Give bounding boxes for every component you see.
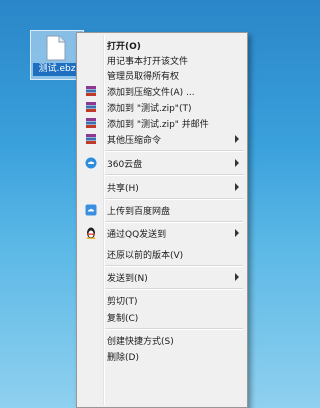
menu-item-label: 通过QQ发送到 xyxy=(107,230,167,240)
menu-item-restore-previous-versions[interactable]: 还原以前的版本(V) xyxy=(79,246,245,262)
menu-item-label: 其他压缩命令 xyxy=(107,136,162,146)
menu-item-copy[interactable]: 复制(C) xyxy=(79,309,245,325)
menu-item-label: 管理员取得所有权 xyxy=(107,72,180,82)
menu-item-share[interactable]: 共享(H) xyxy=(79,179,245,195)
submenu-arrow-icon xyxy=(235,273,239,281)
submenu-arrow-icon xyxy=(235,135,239,143)
menu-item-create-shortcut[interactable]: 创建快捷方式(S) xyxy=(79,332,245,348)
menu-item-add-to-archive[interactable]: 添加到压缩文件(A) ... xyxy=(79,83,245,99)
file-name-label: 测试.ebz xyxy=(33,63,81,76)
menu-item-cut[interactable]: 剪切(T) xyxy=(79,292,245,308)
submenu-arrow-icon xyxy=(235,159,239,167)
menu-separator xyxy=(105,265,243,266)
winrar-icon xyxy=(86,134,96,144)
menu-item-label: 还原以前的版本(V) xyxy=(107,251,184,261)
menu-item-delete[interactable]: 删除(D) xyxy=(79,348,245,364)
winrar-icon xyxy=(86,102,96,112)
menu-item-label: 添加到 "测试.zip"(T) xyxy=(107,104,192,114)
menu-item-label: 用记事本打开该文件 xyxy=(107,57,189,67)
menu-item-label: 发送到(N) xyxy=(107,274,148,284)
menu-separator xyxy=(105,150,243,151)
menu-item-label: 复制(C) xyxy=(107,314,139,324)
menu-item-360-cloud[interactable]: 360云盘 xyxy=(79,155,245,171)
document-icon xyxy=(46,35,66,61)
menu-item-label: 删除(D) xyxy=(107,353,139,363)
menu-separator xyxy=(105,174,243,175)
menu-separator xyxy=(105,328,243,329)
menu-item-open[interactable]: 打开(O) xyxy=(79,37,245,53)
menu-item-send-via-qq[interactable]: 通过QQ发送到 xyxy=(79,225,245,241)
menu-separator xyxy=(105,288,243,289)
menu-item-take-ownership[interactable]: 管理员取得所有权 xyxy=(79,67,245,83)
qq-penguin-icon xyxy=(86,227,96,239)
menu-separator xyxy=(105,221,243,222)
menu-item-label: 添加到压缩文件(A) ... xyxy=(107,88,195,98)
context-menu: 打开(O) 用记事本打开该文件 管理员取得所有权 添加到压缩文件(A) ... … xyxy=(76,32,248,408)
menu-separator xyxy=(105,198,243,199)
menu-item-upload-baidu-netdisk[interactable]: 上传到百度网盘 xyxy=(79,202,245,218)
menu-item-label: 添加到 "测试.zip" 并邮件 xyxy=(107,120,209,130)
menu-item-send-to[interactable]: 发送到(N) xyxy=(79,269,245,285)
menu-item-label: 剪切(T) xyxy=(107,297,138,307)
menu-item-label: 共享(H) xyxy=(107,184,139,194)
menu-item-label: 360云盘 xyxy=(107,160,143,170)
winrar-icon xyxy=(86,86,96,96)
menu-item-label: 打开(O) xyxy=(107,42,141,52)
menu-item-other-compress-commands[interactable]: 其他压缩命令 xyxy=(79,131,245,147)
baidu-netdisk-icon xyxy=(85,204,97,216)
winrar-icon xyxy=(86,118,96,128)
menu-item-add-to-zip[interactable]: 添加到 "测试.zip"(T) xyxy=(79,99,245,115)
submenu-arrow-icon xyxy=(235,183,239,191)
menu-item-add-to-zip-and-email[interactable]: 添加到 "测试.zip" 并邮件 xyxy=(79,115,245,131)
menu-item-label: 创建快捷方式(S) xyxy=(107,337,174,347)
cloud-360-icon xyxy=(85,157,97,169)
menu-item-label: 上传到百度网盘 xyxy=(107,207,171,217)
menu-item-open-with-notepad[interactable]: 用记事本打开该文件 xyxy=(79,52,245,68)
submenu-arrow-icon xyxy=(235,229,239,237)
